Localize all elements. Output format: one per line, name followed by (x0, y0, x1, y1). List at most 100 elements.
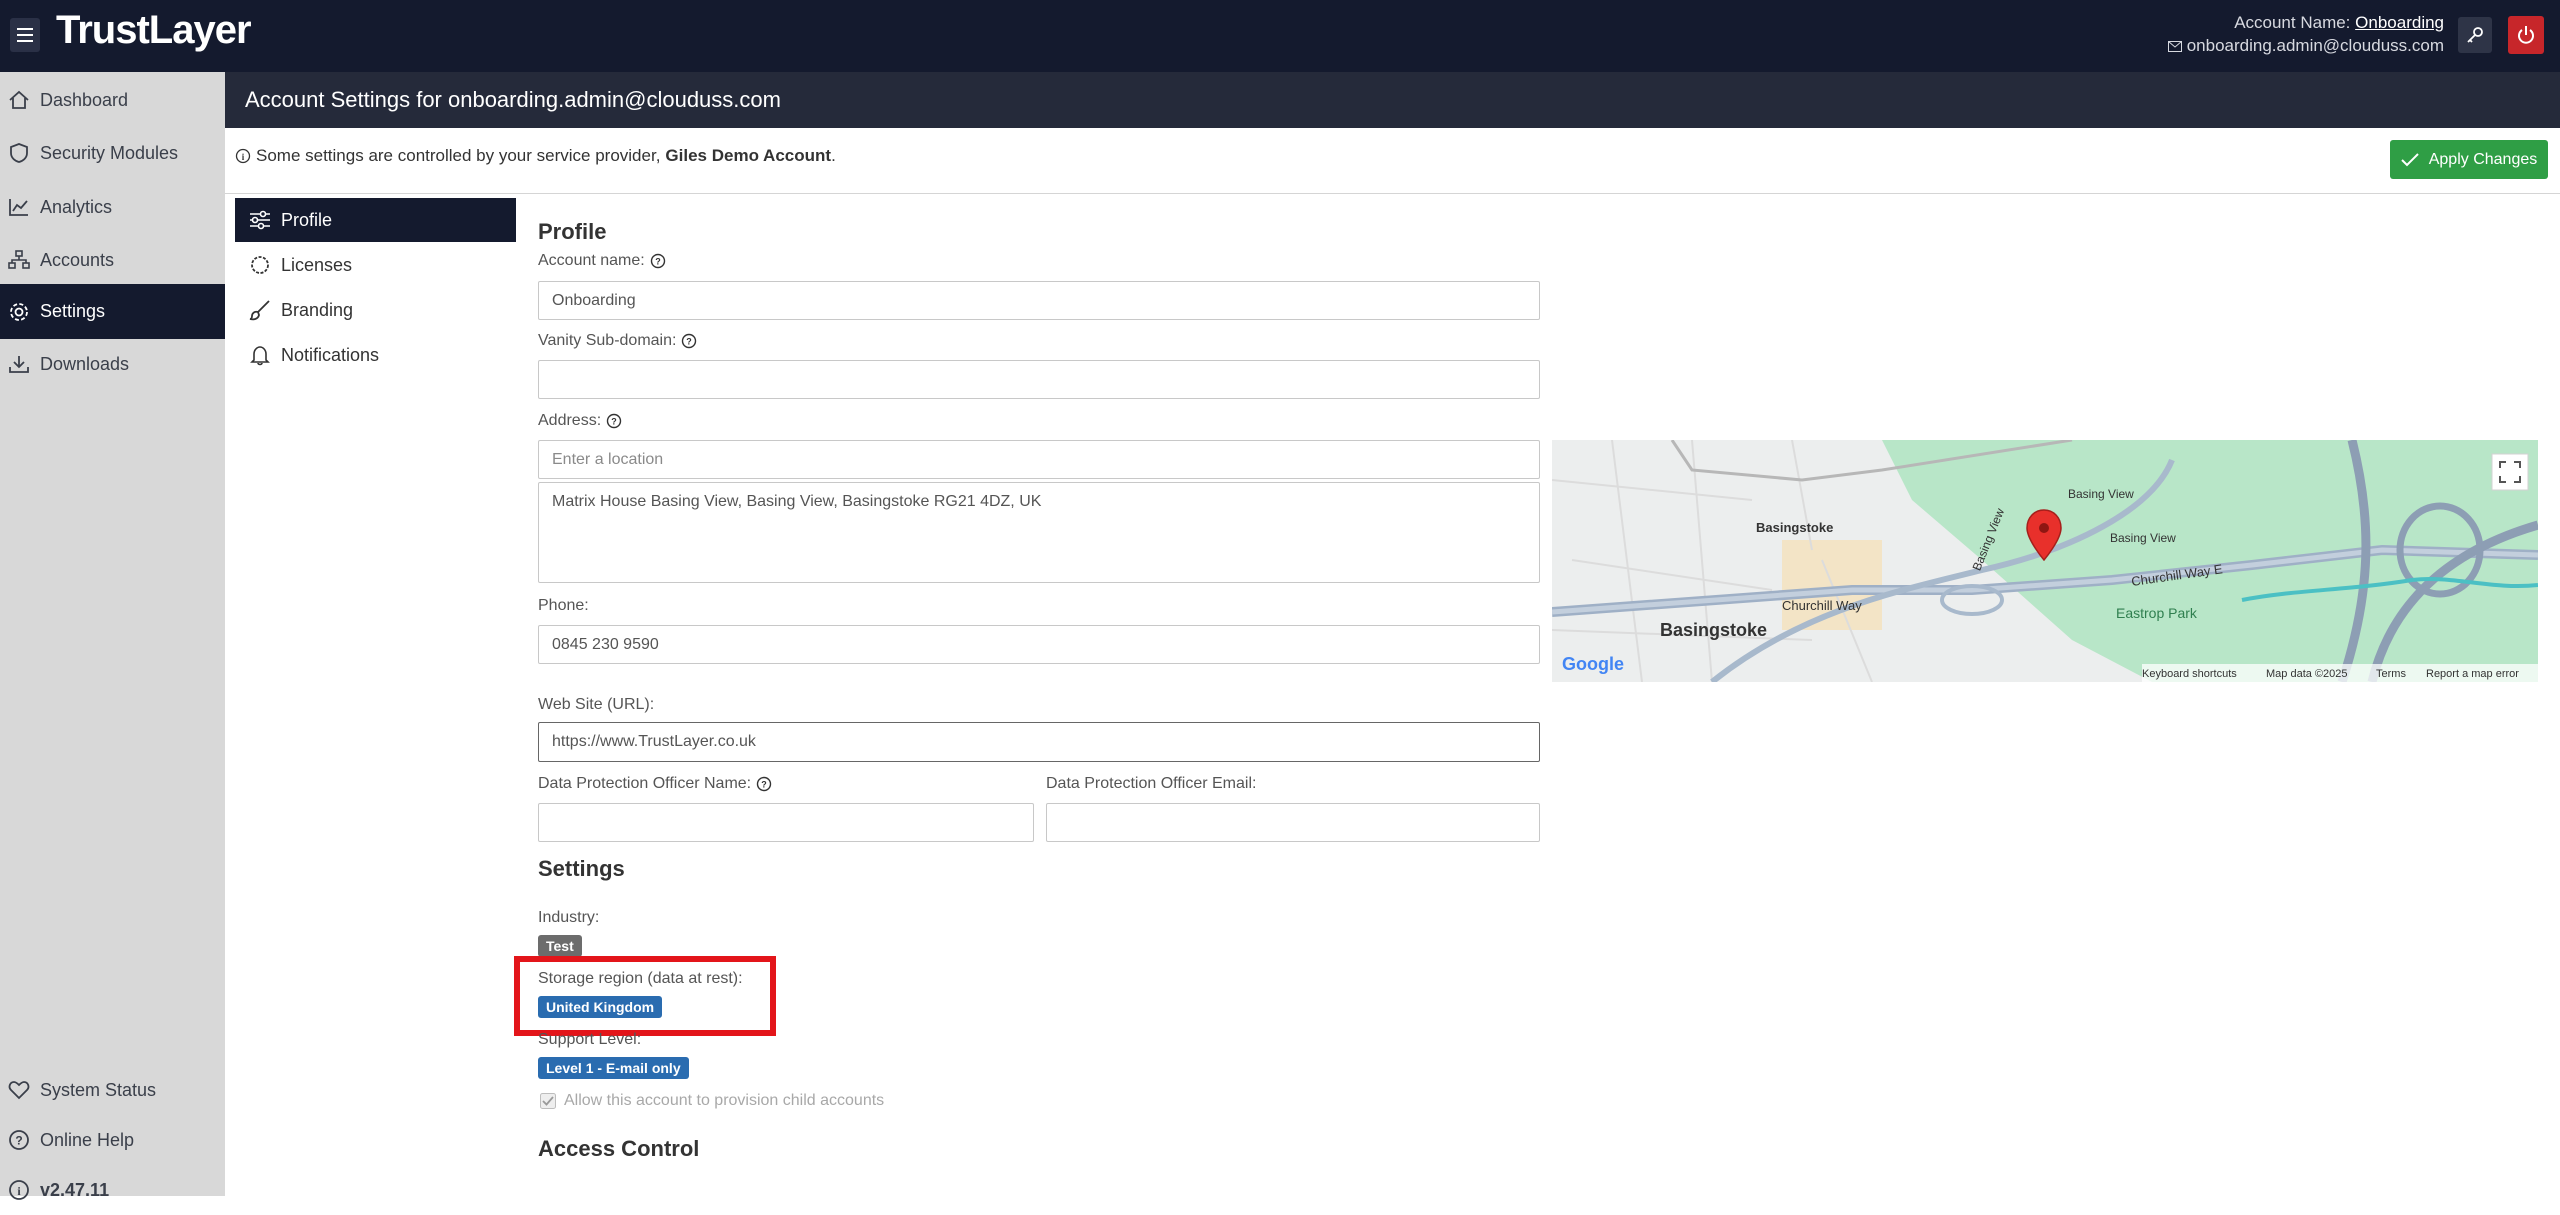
website-field[interactable]: https://www.TrustLayer.co.uk (538, 722, 1540, 762)
sidebar-item-settings[interactable]: Settings (0, 284, 225, 339)
sidebar-item-analytics[interactable]: Analytics (0, 182, 225, 232)
map-label: Basingstoke (1756, 520, 1833, 535)
help-icon[interactable]: ? (650, 253, 666, 269)
page-title-bar: Account Settings for onboarding.admin@cl… (225, 72, 2560, 128)
address-search-input[interactable]: Enter a location (538, 440, 1540, 479)
checkbox-checked-icon[interactable] (540, 1093, 556, 1109)
tab-profile[interactable]: Profile (235, 198, 516, 242)
map-footer-item: Map data ©2025 (2266, 668, 2348, 680)
sidebar-item-label: Online Help (40, 1129, 135, 1150)
label-text: Address: (538, 412, 602, 429)
sitemap-icon (8, 250, 30, 269)
vanity-subdomain-label: Vanity Sub-domain: ? (538, 332, 697, 350)
tab-licenses[interactable]: Licenses (235, 243, 516, 287)
map-footer-item: Report a map error (2426, 668, 2519, 680)
website-label: Web Site (URL): (538, 696, 654, 714)
provider-notice: i Some settings are controlled by your s… (235, 146, 836, 166)
address-textarea[interactable]: Matrix House Basing View, Basing View, B… (538, 482, 1540, 583)
map-label: Churchill Way (1782, 598, 1862, 613)
notice-suffix: . (831, 146, 836, 165)
sliders-icon (250, 210, 270, 230)
sidebar-item-label: Downloads (40, 353, 130, 374)
dpo-email-label: Data Protection Officer Email: (1046, 775, 1256, 793)
dpo-name-field[interactable] (538, 803, 1034, 842)
help-icon[interactable]: ? (681, 333, 697, 349)
map-label: Basing View (2110, 531, 2176, 545)
account-name-line: Account Name: Onboarding (2234, 13, 2444, 33)
info-icon: i (9, 1180, 29, 1200)
sidebar-item-system-status[interactable]: System Status (0, 1065, 225, 1115)
account-name-link[interactable]: Onboarding (2355, 13, 2444, 32)
access-control-heading: Access Control (538, 1136, 700, 1161)
sidebar-item-online-help[interactable]: ? Online Help (0, 1115, 225, 1165)
download-icon (9, 356, 29, 373)
hamburger-icon (17, 28, 33, 42)
version-label: v2.47.11 (40, 1179, 110, 1200)
tab-label: Profile (281, 209, 333, 230)
apply-changes-button[interactable]: Apply Changes (2390, 140, 2548, 179)
label-text: Data Protection Officer Name: (538, 775, 752, 792)
page-title: Account Settings for onboarding.admin@cl… (245, 87, 781, 112)
dpo-email-field[interactable] (1046, 803, 1540, 842)
settings-heading: Settings (538, 856, 625, 881)
sidebar-item-label: Settings (40, 301, 106, 321)
power-icon (2518, 26, 2534, 44)
sidebar-item-security-modules[interactable]: Security Modules (0, 128, 225, 178)
map-footer-item: Keyboard shortcuts (2142, 668, 2237, 680)
tab-notifications[interactable]: Notifications (235, 333, 516, 377)
menu-toggle-button[interactable] (10, 18, 40, 52)
support-level-badge: Level 1 - E-mail only (538, 1057, 689, 1079)
apply-changes-label: Apply Changes (2428, 150, 2538, 168)
label-text: Web Site (URL): (538, 696, 655, 713)
tab-label: Licenses (281, 254, 353, 275)
bell-icon (250, 346, 270, 366)
phone-field[interactable]: 0845 230 9590 (538, 625, 1540, 664)
label-text: Phone: (538, 597, 589, 614)
user-email: onboarding.admin@clouduss.com (2186, 36, 2444, 55)
vanity-subdomain-field[interactable] (538, 360, 1540, 399)
svg-text:?: ? (761, 780, 767, 790)
help-icon: ? (9, 1130, 29, 1150)
notice-provider: Giles Demo Account (665, 146, 832, 165)
help-icon[interactable]: ? (606, 413, 622, 429)
account-name-label: Account Name: (2234, 13, 2351, 32)
industry-badge: Test (538, 935, 582, 957)
top-bar: TrustLayer Account Name: Onboarding onbo… (0, 0, 2560, 72)
label-text: Account name: (538, 252, 645, 269)
map-label: Eastrop Park (2116, 605, 2198, 621)
phone-label: Phone: (538, 597, 589, 615)
highlight-box (514, 956, 776, 1036)
logout-button[interactable] (2508, 16, 2544, 54)
sidebar-item-downloads[interactable]: Downloads (0, 339, 225, 389)
tab-branding[interactable]: Branding (235, 288, 516, 332)
certificate-icon (251, 256, 269, 274)
sidebar-item-dashboard[interactable]: Dashboard (0, 75, 225, 125)
label-text: Vanity Sub-domain: (538, 332, 677, 349)
change-password-button[interactable] (2458, 17, 2492, 53)
checkbox-label: Allow this account to provision child ac… (564, 1092, 885, 1109)
account-name-field-label: Account name: ? (538, 252, 666, 270)
account-name-field[interactable]: Onboarding (538, 281, 1540, 320)
sidebar-item-label: Security Modules (40, 142, 179, 163)
user-email-line: onboarding.admin@clouduss.com (2167, 36, 2444, 56)
address-label: Address: ? (538, 412, 622, 430)
gear-icon (10, 302, 28, 321)
svg-text:?: ? (687, 337, 693, 347)
envelope-icon (2167, 40, 2182, 52)
support-level-label: Support Level: (538, 1031, 641, 1049)
notice-text: Some settings are controlled by your ser… (256, 146, 661, 165)
sidebar-item-label: Analytics (40, 196, 113, 217)
svg-text:?: ? (611, 417, 617, 427)
label-text: Industry: (538, 909, 600, 926)
map-label: Basingstoke (1660, 620, 1767, 640)
help-icon[interactable]: ? (756, 776, 772, 792)
sidebar-item-accounts[interactable]: Accounts (0, 235, 225, 285)
tab-label: Branding (281, 299, 354, 320)
label-text: Data Protection Officer Email: (1046, 775, 1257, 792)
shield-icon (10, 143, 28, 163)
map-graphic: Basingstoke Basingstoke Basing View Basi… (1552, 440, 2538, 682)
location-map[interactable]: Basingstoke Basingstoke Basing View Basi… (1552, 440, 2538, 682)
app-logo[interactable]: TrustLayer (56, 8, 252, 53)
child-accounts-checkbox-row: Allow this account to provision child ac… (540, 1092, 884, 1110)
home-icon (9, 90, 29, 109)
